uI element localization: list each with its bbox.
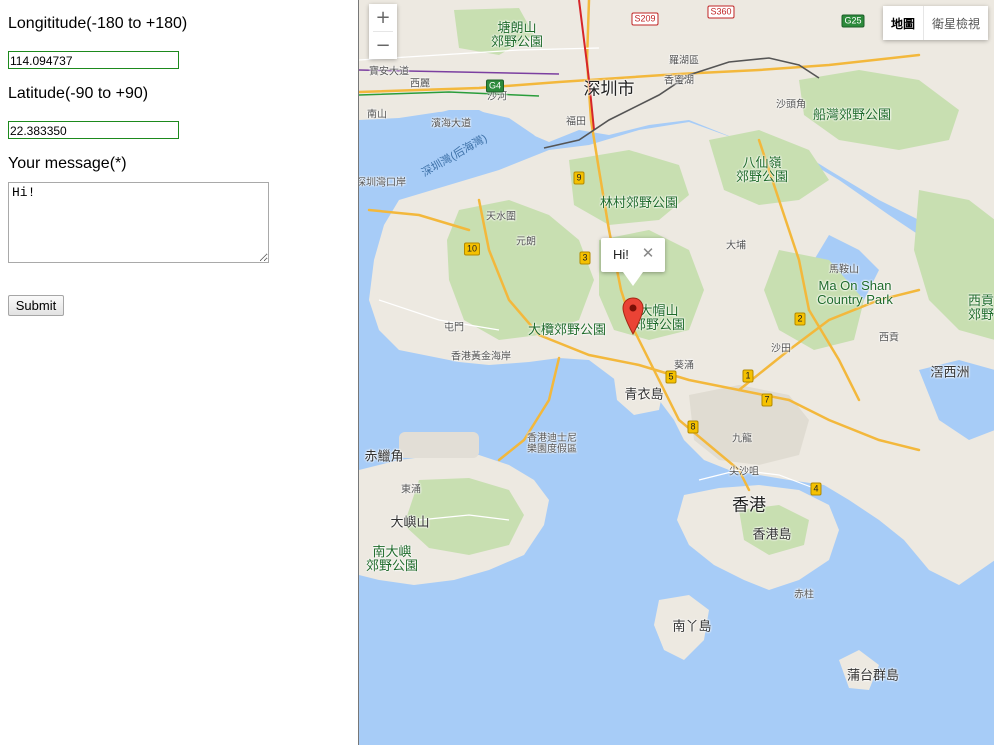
- zoom-in-button[interactable]: +: [369, 4, 397, 31]
- route-shield-s360: S360: [707, 5, 735, 19]
- route-shield-s209: S209: [631, 12, 659, 26]
- info-window-text: Hi!: [613, 247, 629, 262]
- route-shield-g4: G4: [485, 79, 505, 93]
- route-shield-3: 3: [579, 251, 591, 265]
- map-type-roadmap-button[interactable]: 地圖: [882, 6, 924, 40]
- route-shield-7: 7: [761, 393, 773, 407]
- map-type-control: 地圖 衛星檢視: [882, 6, 988, 40]
- latitude-label: Latitude(-90 to +90): [8, 85, 149, 102]
- message-textarea[interactable]: Hi!: [8, 182, 269, 263]
- latitude-input[interactable]: [8, 121, 179, 139]
- route-shield-5: 5: [665, 370, 677, 384]
- longitude-label: Longititude(-180 to +180): [8, 15, 188, 32]
- info-window: Hi! ✕: [601, 238, 665, 286]
- map-type-satellite-button[interactable]: 衛星檢視: [923, 6, 988, 40]
- zoom-out-button[interactable]: −: [369, 32, 397, 59]
- route-shield-2: 2: [794, 312, 806, 326]
- route-shield-g25: G25: [841, 14, 865, 28]
- submit-button[interactable]: Submit: [8, 295, 64, 316]
- zoom-control: + −: [369, 4, 397, 59]
- route-shield-1: 1: [742, 369, 754, 383]
- route-shield-8: 8: [687, 420, 699, 434]
- map-canvas[interactable]: 深圳市 香港 香港島 青衣島 大帽山 郊野公園 大欖郊野公園 林村郊野公園 八仙…: [358, 0, 994, 745]
- route-shield-4: 4: [810, 482, 822, 496]
- info-window-close-icon[interactable]: ✕: [641, 244, 655, 262]
- route-shield-10: 10: [463, 242, 481, 256]
- coordinate-form: Longititude(-180 to +180) Latitude(-90 t…: [0, 0, 358, 745]
- message-label: Your message(*): [8, 155, 127, 172]
- map-marker-icon[interactable]: [622, 297, 644, 335]
- route-shield-9: 9: [573, 171, 585, 185]
- longitude-input[interactable]: [8, 51, 179, 69]
